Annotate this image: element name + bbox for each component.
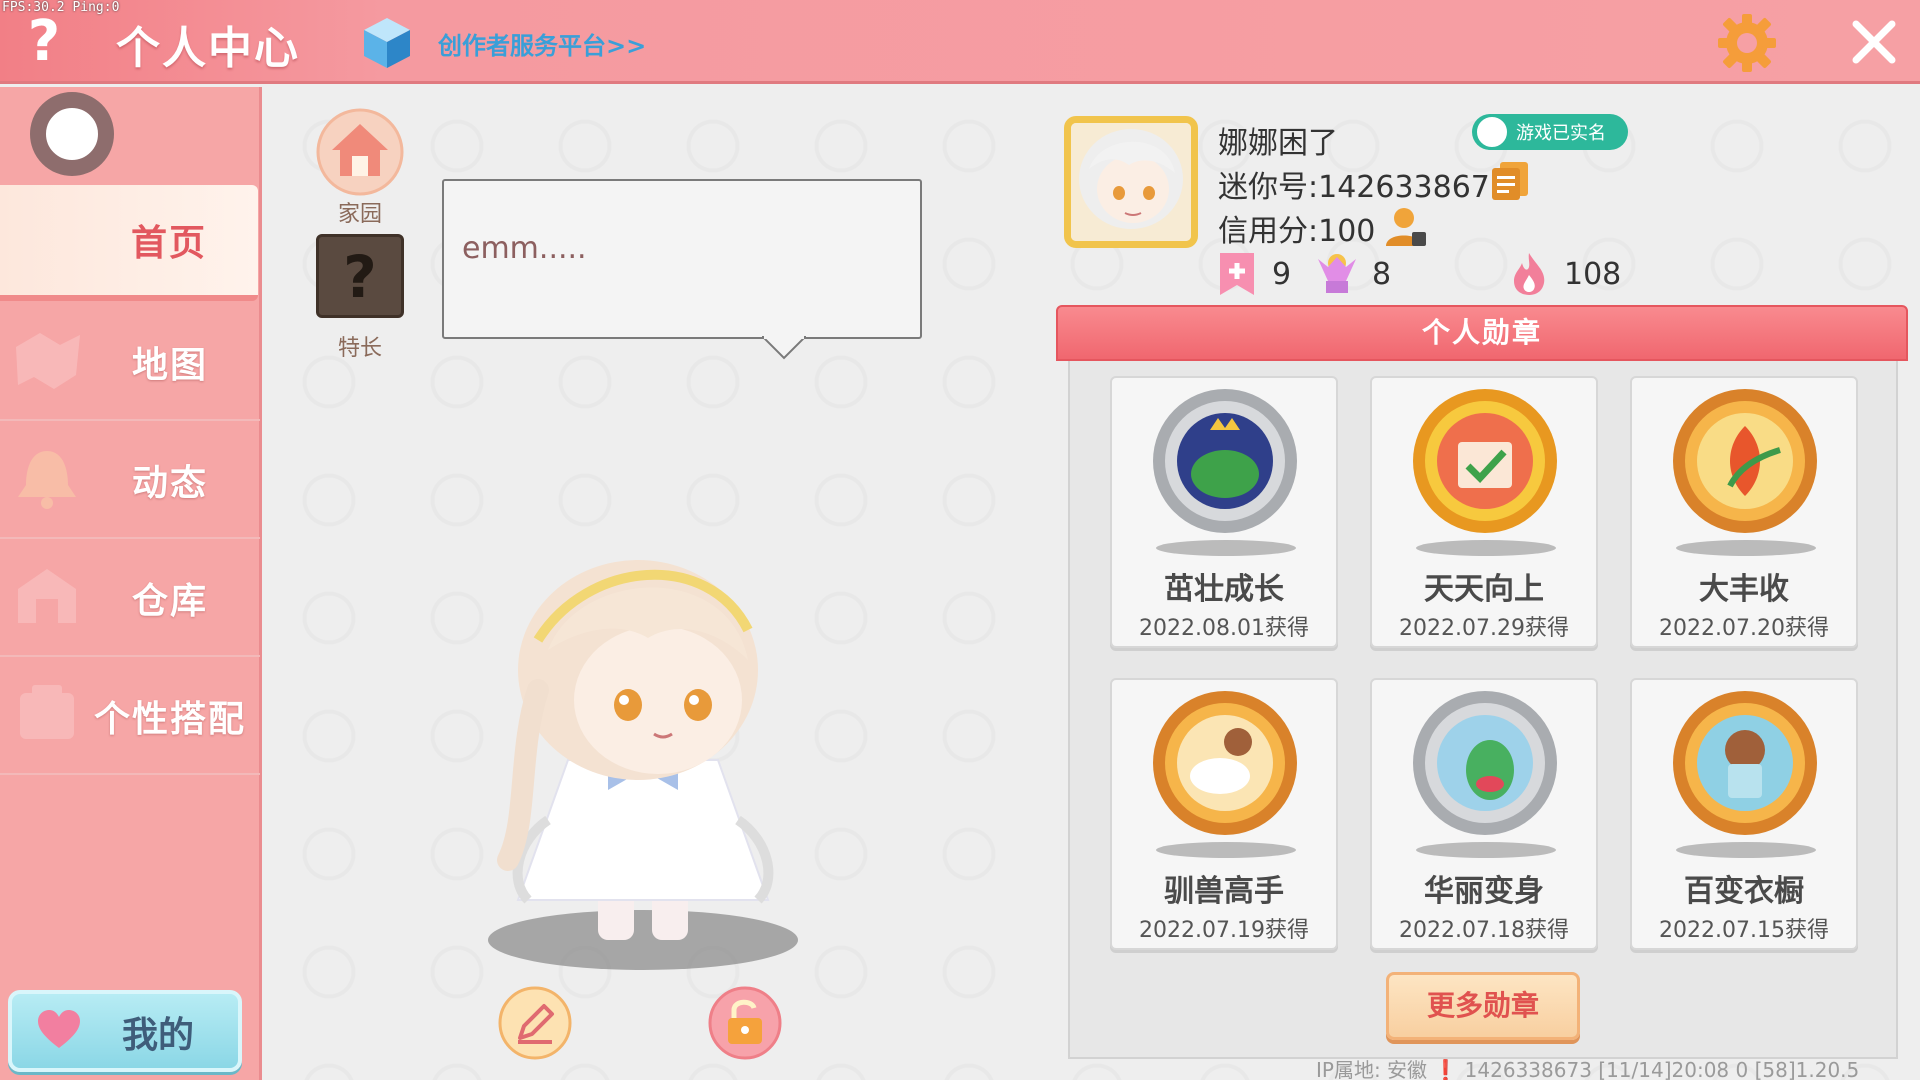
skill-label: 特长 (337, 336, 382, 361)
creator-platform-link[interactable]: 创作者服务平台>> (438, 26, 646, 61)
medal-shadow (1156, 540, 1296, 556)
sidebar-item-label: 首页 (130, 223, 207, 264)
sidebar-item-label: 地图 (131, 345, 208, 386)
copy-icon[interactable] (1490, 160, 1530, 202)
fans-count: 8 (1372, 256, 1392, 292)
medal-name: 大丰收 (1699, 572, 1789, 607)
transform-medal-icon (1413, 691, 1557, 835)
mine-label: 我的 (122, 1015, 195, 1056)
medal-card[interactable]: 驯兽高手 2022.07.19获得 (1110, 678, 1338, 950)
credit-score: 信用分:100 (1218, 214, 1376, 249)
medal-name: 百变衣橱 (1684, 874, 1804, 909)
cube-icon (364, 18, 410, 68)
speech-bubble[interactable]: emm..... (442, 179, 922, 339)
page-title: 个人中心 (116, 23, 300, 74)
medal-name: 茁壮成长 (1164, 572, 1284, 607)
character-avatar[interactable] (478, 520, 808, 980)
medal-date: 2022.07.19获得 (1139, 918, 1309, 943)
medal-card[interactable]: 天天向上 2022.07.29获得 (1370, 376, 1598, 648)
home-label: 家园 (337, 202, 382, 227)
likes-stat: 9 (1216, 250, 1291, 298)
help-button[interactable]: ? (14, 10, 74, 74)
medal-card[interactable]: 华丽变身 2022.07.18获得 (1370, 678, 1598, 950)
medal-shadow (1156, 842, 1296, 858)
top-bar: FPS:30.2 Ping:0 ? 个人中心 创作者服务平台>> (0, 0, 1920, 84)
medal-shadow (1416, 842, 1556, 858)
avatar[interactable] (30, 92, 114, 176)
nickname: 娜娜困了 (1218, 126, 1338, 161)
medal-date: 2022.07.18获得 (1399, 918, 1569, 943)
medal-name: 华丽变身 (1424, 874, 1544, 909)
user-verified-icon (1474, 114, 1510, 150)
home-icon[interactable] (316, 108, 404, 196)
footer-info: IP属地: 安徽 ❗ 1426338673 [11/14]20:08 0 [58… (1316, 1058, 1860, 1080)
popularity-stat: 108 (1508, 250, 1621, 298)
fire-icon (1514, 253, 1545, 295)
likes-icon (1220, 253, 1254, 295)
badges-header: 个人勋章 (1056, 305, 1908, 361)
heart-icon (38, 1010, 80, 1048)
sprout-medal-icon (1153, 389, 1297, 533)
popularity-count: 108 (1564, 256, 1622, 292)
warehouse-icon (18, 569, 76, 623)
skill-button[interactable]: ? (316, 234, 404, 318)
map-icon (16, 333, 80, 389)
medal-card[interactable]: 茁壮成长 2022.08.01获得 (1110, 376, 1338, 648)
badges-title: 个人勋章 (1421, 316, 1542, 349)
sidebar-item-map[interactable]: 地图 (0, 305, 260, 421)
calendar-medal-icon (1413, 389, 1557, 533)
mini-id: 迷你号:1426338673 (1218, 170, 1509, 205)
speech-text: emm..... (462, 231, 587, 266)
edit-icon[interactable] (498, 986, 572, 1060)
sidebar-item-warehouse[interactable]: 仓库 (0, 541, 260, 657)
speech-tail (762, 336, 806, 360)
fans-icon (1318, 254, 1356, 293)
sidebar-item-label: 个性搭配 (93, 699, 246, 740)
sidebar-item-label: 仓库 (131, 581, 208, 622)
fans-stat: 8 (1316, 250, 1391, 298)
tamer-medal-icon (1153, 691, 1297, 835)
medal-card[interactable]: 百变衣橱 2022.07.15获得 (1630, 678, 1858, 950)
profile-avatar-image (1071, 123, 1191, 241)
profile-avatar[interactable] (1064, 116, 1198, 248)
credit-user-icon[interactable] (1384, 204, 1428, 248)
realname-label: 游戏已实名 (1516, 123, 1606, 144)
mine-button[interactable]: 我的 (8, 990, 242, 1072)
sidebar-item-label: 动态 (131, 463, 208, 504)
bell-icon (18, 451, 76, 509)
medal-date: 2022.07.15获得 (1659, 918, 1829, 943)
gear-icon[interactable] (1716, 12, 1778, 74)
sidebar: 首页 地图 动态 仓库 个性搭配 我的 (0, 87, 262, 1080)
medal-shadow (1676, 540, 1816, 556)
sidebar-item-home[interactable]: 首页 (0, 185, 258, 301)
more-badges-button[interactable]: 更多勋章 (1386, 972, 1580, 1040)
realname-badge: 游戏已实名 (1472, 114, 1628, 150)
sidebar-item-outfit[interactable]: 个性搭配 (0, 659, 260, 775)
medal-name: 天天向上 (1424, 572, 1544, 607)
wardrobe-medal-icon (1673, 691, 1817, 835)
medal-date: 2022.07.29获得 (1399, 616, 1569, 641)
medal-date: 2022.08.01获得 (1139, 616, 1309, 641)
medal-date: 2022.07.20获得 (1659, 616, 1829, 641)
medal-name: 驯兽高手 (1164, 874, 1284, 909)
close-icon[interactable] (1846, 14, 1902, 70)
lock-icon[interactable] (708, 986, 782, 1060)
medal-card[interactable]: 大丰收 2022.07.20获得 (1630, 376, 1858, 648)
harvest-medal-icon (1673, 389, 1817, 533)
medal-shadow (1676, 842, 1816, 858)
medal-shadow (1416, 540, 1556, 556)
likes-count: 9 (1272, 256, 1292, 292)
sidebar-item-feed[interactable]: 动态 (0, 423, 260, 539)
outfit-icon (20, 685, 74, 739)
